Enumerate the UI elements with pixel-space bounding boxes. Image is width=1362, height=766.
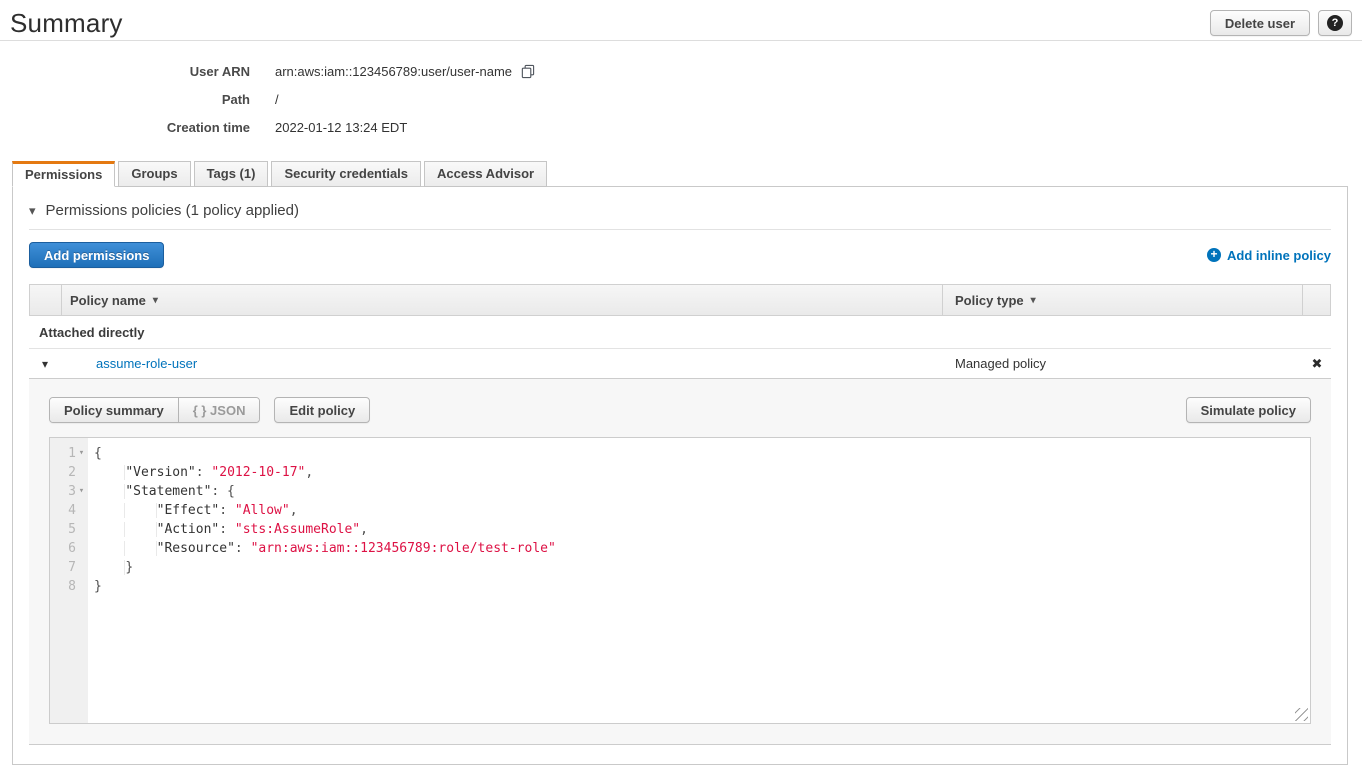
plus-circle-icon — [1207, 248, 1221, 262]
permissions-tab-panel: Permissions policies (1 policy applied) … — [12, 187, 1348, 765]
policy-name-link[interactable]: assume-role-user — [96, 356, 197, 371]
editor-line-number: 2 — [50, 463, 88, 482]
attached-directly-group-row: Attached directly — [29, 316, 1331, 349]
tab-tags[interactable]: Tags (1) — [194, 161, 269, 187]
policy-detail-toolbar: Policy summary { } JSON Edit policy Simu… — [49, 397, 1311, 423]
edit-policy-button[interactable]: Edit policy — [274, 397, 370, 423]
policy-actions-row: Add permissions Add inline policy — [29, 242, 1331, 268]
copy-icon — [520, 64, 535, 79]
row-expander-cell — [29, 349, 61, 378]
header-actions: Delete user — [1210, 8, 1352, 36]
sort-caret-icon — [153, 295, 158, 306]
policy-type-cell: Managed policy — [943, 349, 1303, 378]
remove-policy-cell — [1303, 349, 1331, 378]
tab-security-credentials[interactable]: Security credentials — [271, 161, 421, 187]
policy-view-segmented-control: Policy summary { } JSON — [49, 397, 260, 423]
tab-bar: Permissions Groups Tags (1) Security cre… — [12, 161, 1348, 187]
user-summary-fields: User ARN arn:aws:iam::123456789:user/use… — [0, 57, 1362, 141]
delete-user-button[interactable]: Delete user — [1210, 10, 1310, 36]
field-row-user-arn: User ARN arn:aws:iam::123456789:user/use… — [0, 57, 1362, 85]
simulate-policy-button[interactable]: Simulate policy — [1186, 397, 1311, 423]
editor-line-number: 4 — [50, 501, 88, 520]
user-arn-value: arn:aws:iam::123456789:user/user-name — [275, 64, 512, 79]
json-view-button[interactable]: { } JSON — [178, 398, 260, 422]
editor-line-number[interactable]: 3▾ — [50, 482, 88, 501]
policy-name-column-header[interactable]: Policy name — [62, 285, 942, 315]
field-label: Path — [0, 92, 250, 107]
table-row: assume-role-user Managed policy — [29, 349, 1331, 379]
group-label: Attached directly — [39, 325, 144, 340]
tab-groups[interactable]: Groups — [118, 161, 190, 187]
sort-caret-icon — [1031, 295, 1036, 306]
editor-code-line: "Statement": { — [94, 482, 1310, 501]
policy-detail-expanded-area: Policy summary { } JSON Edit policy Simu… — [29, 379, 1331, 745]
section-title: Permissions policies (1 policy applied) — [46, 202, 299, 219]
tabs-container: Permissions Groups Tags (1) Security cre… — [12, 161, 1348, 765]
editor-code-line: "Resource": "arn:aws:iam::123456789:role… — [94, 539, 1310, 558]
editor-code-line: { — [94, 444, 1310, 463]
policy-json-editor[interactable]: 1▾23▾45678 { "Version": "2012-10-17", "S… — [49, 437, 1311, 724]
collapse-row-icon[interactable] — [42, 357, 48, 371]
page-title: Summary — [10, 8, 123, 39]
editor-code-area: { "Version": "2012-10-17", "Statement": … — [88, 438, 1310, 723]
help-button[interactable] — [1318, 10, 1352, 36]
editor-line-number[interactable]: 1▾ — [50, 444, 88, 463]
field-row-creation-time: Creation time 2022-01-12 13:24 EDT — [0, 113, 1362, 141]
policy-type-column-header[interactable]: Policy type — [942, 285, 1302, 315]
policy-type-header-label: Policy type — [955, 293, 1024, 308]
creation-time-value: 2022-01-12 13:24 EDT — [275, 120, 407, 135]
editor-line-number: 7 — [50, 558, 88, 577]
tab-permissions[interactable]: Permissions — [12, 161, 115, 187]
editor-code-line: } — [94, 558, 1310, 577]
add-inline-policy-label: Add inline policy — [1227, 248, 1331, 263]
add-permissions-button[interactable]: Add permissions — [29, 242, 164, 268]
path-value: / — [275, 92, 279, 107]
actions-column-header — [1302, 285, 1330, 315]
field-label: Creation time — [0, 120, 250, 135]
editor-code-line: "Action": "sts:AssumeRole", — [94, 520, 1310, 539]
section-divider — [29, 229, 1331, 230]
editor-line-number: 8 — [50, 577, 88, 596]
editor-code-line: "Effect": "Allow", — [94, 501, 1310, 520]
tab-access-advisor[interactable]: Access Advisor — [424, 161, 547, 187]
expander-column-header — [30, 285, 62, 315]
policy-view-controls: Policy summary { } JSON Edit policy — [49, 397, 370, 423]
remove-policy-x-icon[interactable] — [1312, 356, 1323, 372]
field-row-path: Path / — [0, 85, 1362, 113]
page-header: Summary Delete user — [0, 0, 1362, 41]
editor-code-line: } — [94, 577, 1310, 596]
field-label: User ARN — [0, 64, 250, 79]
editor-line-number: 6 — [50, 539, 88, 558]
policy-name-header-label: Policy name — [70, 293, 146, 308]
field-value: arn:aws:iam::123456789:user/user-name — [275, 64, 535, 79]
permissions-policies-section-toggle[interactable]: Permissions policies (1 policy applied) — [13, 187, 1347, 219]
editor-code-line: "Version": "2012-10-17", — [94, 463, 1310, 482]
policy-summary-button[interactable]: Policy summary — [50, 398, 178, 422]
editor-gutter: 1▾23▾45678 — [50, 438, 88, 723]
policy-name-cell: assume-role-user — [61, 349, 943, 378]
question-mark-icon — [1327, 15, 1343, 31]
table-header-row: Policy name Policy type — [29, 284, 1331, 316]
editor-line-number: 5 — [50, 520, 88, 539]
policies-table: Policy name Policy type Attached directl… — [29, 284, 1331, 745]
fold-caret-icon[interactable]: ▾ — [76, 444, 87, 463]
editor-resize-handle[interactable] — [1295, 708, 1308, 721]
add-inline-policy-link[interactable]: Add inline policy — [1207, 248, 1331, 263]
copy-arn-button[interactable] — [520, 64, 535, 79]
fold-caret-icon[interactable]: ▾ — [76, 482, 87, 501]
chevron-down-icon — [29, 203, 36, 219]
